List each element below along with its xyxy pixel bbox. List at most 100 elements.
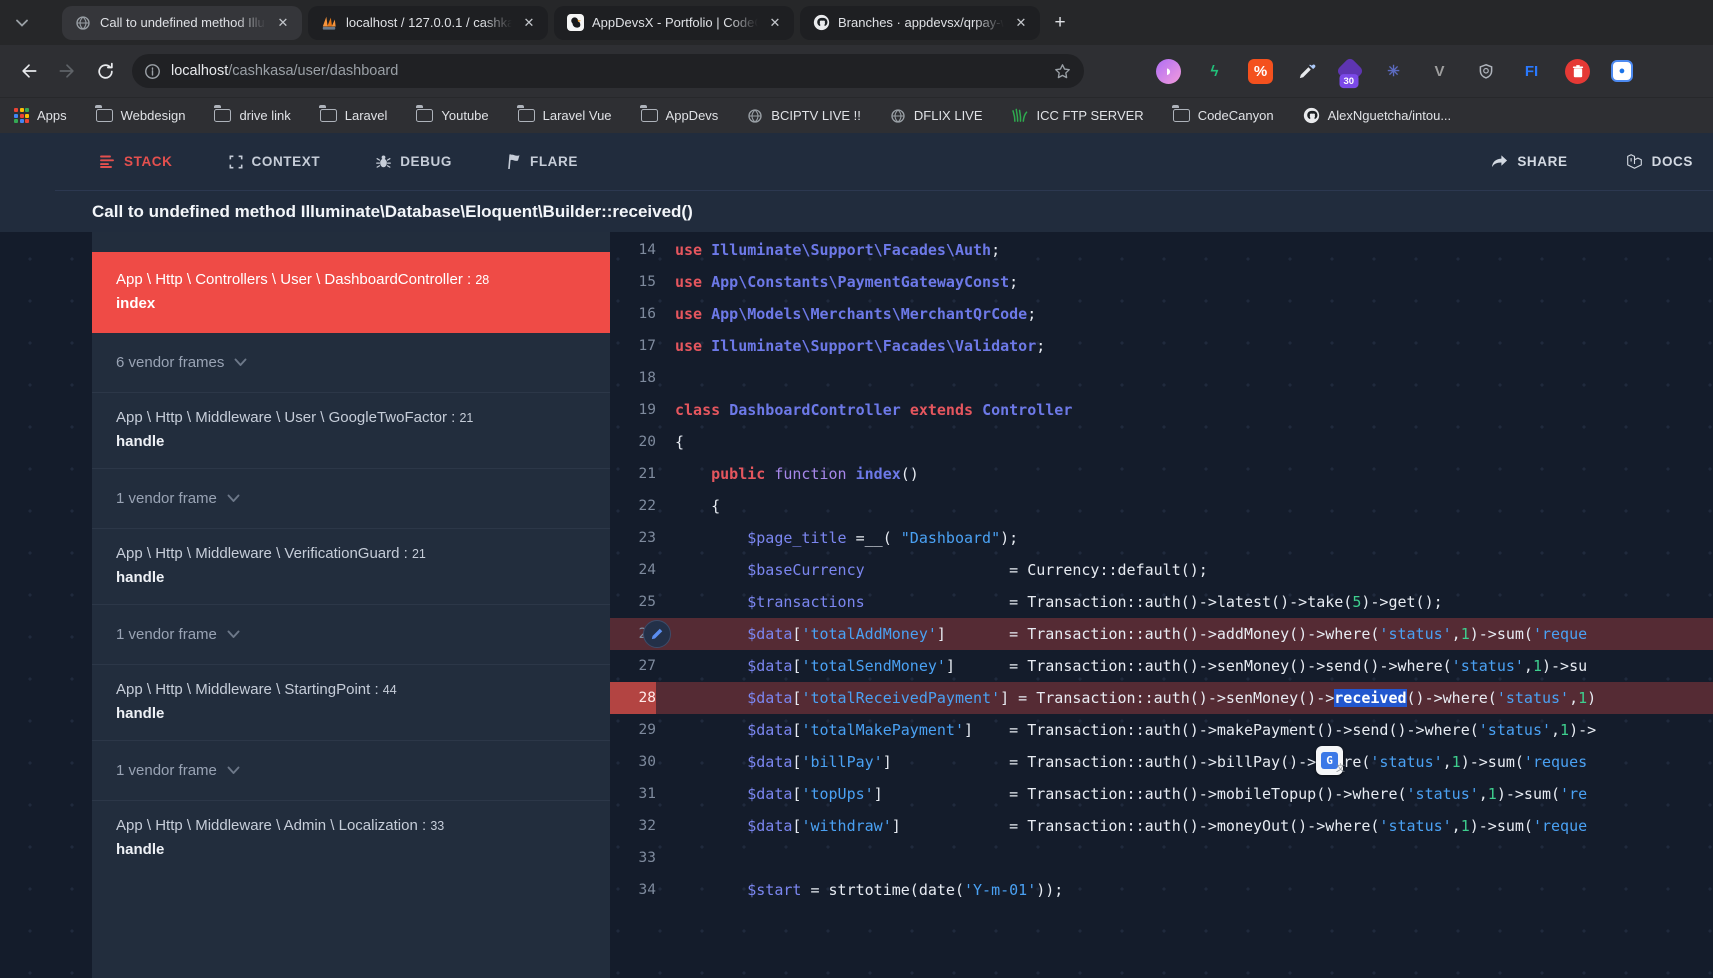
extension-shield-icon[interactable] — [1473, 59, 1498, 84]
tab-title: AppDevsX - Portfolio | CodeCan — [592, 15, 758, 30]
code-text: $data['totalReceivedPayment'] = Transact… — [656, 682, 1713, 714]
extension-vue-icon[interactable]: V — [1427, 59, 1452, 84]
stack-frame[interactable]: App \ Http \ Middleware \ VerificationGu… — [92, 528, 610, 604]
stack-frame-active[interactable]: App \ Http \ Controllers \ User \ Dashbo… — [92, 252, 610, 333]
browser-tab-2[interactable]: localhost / 127.0.0.1 / cashkasa ✕ — [308, 6, 548, 40]
bookmark-label: drive link — [239, 108, 290, 123]
error-title: Call to undefined method Illuminate\Data… — [0, 191, 1713, 222]
frame-line-number: 44 — [383, 683, 397, 697]
bookmark-icc-ftp-server[interactable]: ICC FTP SERVER — [1012, 108, 1144, 123]
frame-method: handle — [116, 841, 586, 858]
frame-line-number: 33 — [430, 819, 444, 833]
tab-stack[interactable]: STACK — [100, 154, 173, 169]
bookmark-label: Apps — [37, 108, 67, 123]
line-number: 31 — [610, 778, 656, 810]
forward-button[interactable] — [50, 54, 84, 88]
code-text: $data['totalMakePayment'] = Transaction:… — [656, 714, 1713, 746]
extension-green-figure-icon[interactable]: ϟ — [1202, 59, 1227, 84]
frame-path: App \ Http \ Middleware \ Admin \ Locali… — [116, 817, 586, 834]
laravel-docs-icon — [1626, 153, 1643, 170]
bookmark-drive-link[interactable]: drive link — [214, 108, 290, 123]
vendor-frames-toggle[interactable]: 1 vendor frame — [92, 468, 610, 528]
browser-tab-3[interactable]: AppDevsX - Portfolio | CodeCan ✕ — [554, 6, 794, 40]
bookmark-webdesign[interactable]: Webdesign — [96, 108, 186, 123]
bookmark-label: AppDevs — [666, 108, 719, 123]
extension-blue-dot-icon[interactable]: ● — [1611, 60, 1633, 82]
bookmark-label: Laravel — [345, 108, 388, 123]
line-number: 23 — [610, 522, 656, 554]
extension-eyedropper-icon[interactable] — [1294, 59, 1319, 84]
vendor-frames-toggle[interactable]: 6 vendor frames — [92, 333, 610, 392]
github-icon — [1303, 107, 1320, 124]
error-page-header: STACK CONTEXT DEBUG FLARE SHARE DOCS Cal… — [0, 133, 1713, 232]
browser-tab-strip: Call to undefined method Illumi✕localhos… — [0, 0, 1713, 45]
extension-fonts-icon[interactable]: FI — [1519, 59, 1544, 84]
bookmark-appdevs[interactable]: AppDevs — [641, 108, 719, 123]
bookmark-apps[interactable]: Apps — [14, 108, 67, 123]
extension-red-circle-icon[interactable] — [1565, 59, 1590, 84]
code-text: use App\Constants\PaymentGatewayConst; — [656, 266, 1713, 298]
bookmark-dflix-live[interactable]: DFLIX LIVE — [890, 108, 983, 124]
stack-frame[interactable]: App \ Http \ Middleware \ Admin \ Locali… — [92, 800, 610, 876]
extension-badge: 30 — [1340, 74, 1359, 88]
tab-title: localhost / 127.0.0.1 / cashkasa — [346, 15, 512, 30]
browser-tab-1[interactable]: Call to undefined method Illumi✕ — [62, 6, 302, 40]
share-arrow-icon — [1491, 154, 1508, 169]
tab-flare[interactable]: FLARE — [508, 154, 578, 169]
pma-favicon-icon — [320, 14, 338, 32]
bookmark-laravel[interactable]: Laravel — [320, 108, 388, 123]
tabs-container: Call to undefined method Illumi✕localhos… — [62, 6, 1046, 40]
extension-orange-percent-icon[interactable]: % — [1248, 59, 1273, 84]
bookmark-bciptv-live[interactable]: BCIPTV LIVE !! — [747, 108, 861, 124]
tab-search-chevron-icon[interactable] — [8, 9, 36, 37]
url-host: localhost — [171, 63, 228, 79]
bookmark-laravel-vue[interactable]: Laravel Vue — [518, 108, 612, 123]
code-line: 22 { — [610, 490, 1713, 522]
bookmark-codecanyon[interactable]: CodeCanyon — [1173, 108, 1274, 123]
stack-frame[interactable]: App \ Http \ Middleware \ User \ GoogleT… — [92, 392, 610, 468]
code-line: 15use App\Constants\PaymentGatewayConst; — [610, 266, 1713, 298]
new-tab-button[interactable]: + — [1046, 9, 1074, 37]
frame-path: App \ Http \ Controllers \ User \ Dashbo… — [116, 271, 586, 288]
vendor-frames-toggle[interactable]: 1 vendor frame — [92, 740, 610, 800]
browser-toolbar: localhost/cashkasa/user/dashboard ◗ ϟ% 30 ✳… — [0, 45, 1713, 97]
back-button[interactable] — [12, 54, 46, 88]
share-button[interactable]: SHARE — [1491, 154, 1567, 169]
edit-pencil-icon[interactable] — [643, 620, 671, 648]
code-text: class DashboardController extends Contro… — [656, 394, 1713, 426]
code-text: $data['billPay'] = Transaction::auth()->… — [656, 746, 1713, 778]
tab-close-icon[interactable]: ✕ — [520, 14, 538, 32]
error-nav: STACK CONTEXT DEBUG FLARE SHARE DOCS — [0, 133, 1713, 190]
google-translate-icon[interactable]: G — [1316, 746, 1343, 775]
code-line: 16use App\Models\Merchants\MerchantQrCod… — [610, 298, 1713, 330]
stack-frames-panel: App \ Http \ Controllers \ User \ Dashbo… — [92, 232, 610, 978]
extension-purple-circle-icon[interactable]: ◗ — [1156, 59, 1181, 84]
browser-tab-4[interactable]: Branches · appdevsx/qrpay-web✕ — [800, 6, 1040, 40]
extension-purple-diamond-icon[interactable]: 30 — [1336, 57, 1364, 85]
tab-close-icon[interactable]: ✕ — [274, 14, 292, 32]
vendor-frames-toggle[interactable]: 1 vendor frame — [92, 604, 610, 664]
docs-button[interactable]: DOCS — [1626, 153, 1693, 170]
extension-blue-burst-icon[interactable]: ✳ — [1381, 59, 1406, 84]
code-line: 25 $transactions = Transaction::auth()->… — [610, 586, 1713, 618]
code-line: 30 $data['billPay'] = Transaction::auth(… — [610, 746, 1713, 778]
tab-debug[interactable]: DEBUG — [376, 154, 452, 169]
address-bar[interactable]: localhost/cashkasa/user/dashboard — [132, 54, 1084, 88]
tab-close-icon[interactable]: ✕ — [1012, 14, 1030, 32]
tab-close-icon[interactable]: ✕ — [766, 14, 784, 32]
code-text: $data['totalAddMoney'] = Transaction::au… — [656, 618, 1713, 650]
bookmark-label: AlexNguetcha/intou... — [1328, 108, 1452, 123]
code-text: $baseCurrency = Currency::default(); — [656, 554, 1713, 586]
code-line: 29 $data['totalMakePayment'] = Transacti… — [610, 714, 1713, 746]
bookmark-label: DFLIX LIVE — [914, 108, 983, 123]
bookmark-youtube[interactable]: Youtube — [416, 108, 488, 123]
tab-context[interactable]: CONTEXT — [229, 154, 321, 169]
line-number: 29 — [610, 714, 656, 746]
frame-method: handle — [116, 705, 586, 722]
stack-frame[interactable]: App \ Http \ Middleware \ StartingPoint … — [92, 664, 610, 740]
bookmark-alexnguetcha-intou[interactable]: AlexNguetcha/intou... — [1303, 107, 1452, 124]
github-favicon-icon — [812, 14, 830, 32]
reload-button[interactable] — [88, 54, 122, 88]
line-number: 33 — [610, 842, 656, 874]
bookmark-star-icon[interactable] — [1053, 62, 1072, 81]
